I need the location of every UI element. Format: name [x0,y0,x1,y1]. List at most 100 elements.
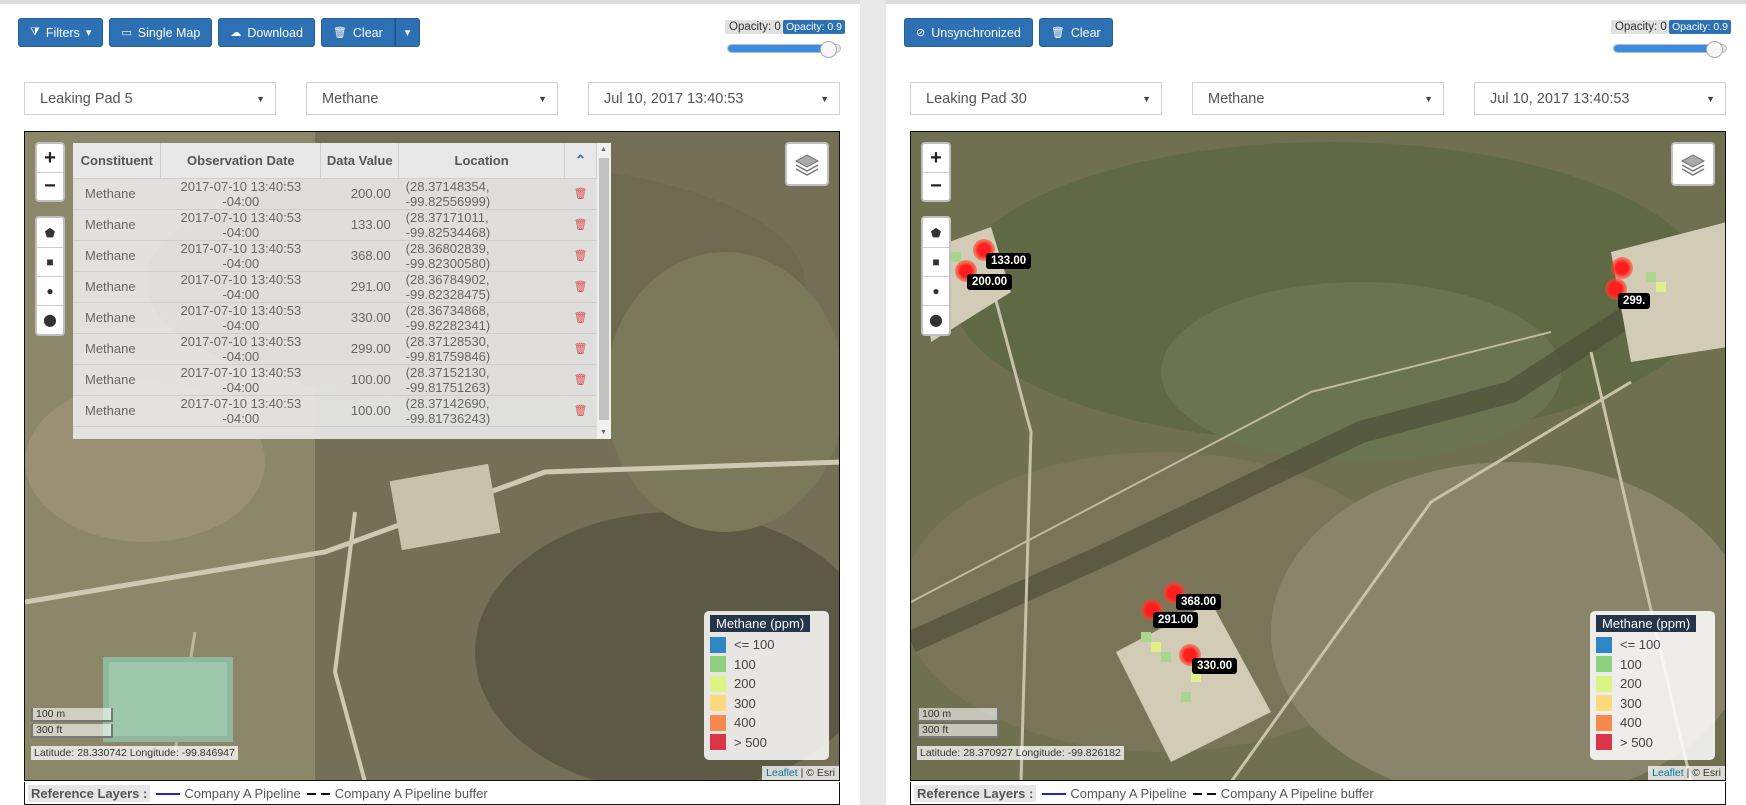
table-row: Methane 2017-07-10 13:40:53 -04:00 330.00(… [73,302,597,334]
chevron-down-icon: ▼ [1706,94,1715,104]
marker-label: 200.00 [967,274,1013,290]
scrollbar-thumb[interactable] [599,158,609,420]
table-row: Methane 2017-07-10 13:40:53 -04:00 368.00(… [73,240,597,272]
methane-legend: Methane (ppm) <= 100 100 200 300 400 > 5… [1590,611,1715,760]
map-attribution: Leaflet | © Esri [762,766,839,780]
opacity-fill [728,45,829,52]
column-header-location[interactable]: Location [398,143,565,179]
site-select[interactable]: Leaking Pad 5 ▼ [24,82,276,115]
ban-icon: ⊘ [916,27,926,39]
delete-row-icon[interactable]: 🗑 [564,364,597,396]
table-row: Methane 2017-07-10 13:40:53 -04:00 299.00(… [73,333,597,365]
opacity-handle[interactable] [819,41,837,58]
reference-layers-title: Reference Layers : [28,784,151,802]
legend-swatch [710,734,726,751]
zoom-out-button[interactable]: − [923,172,949,200]
legend-swatch [1596,675,1612,692]
site-select[interactable]: Leaking Pad 30 ▼ [910,82,1162,115]
chevron-down-icon: ▼ [538,94,547,104]
zoom-in-button[interactable]: + [37,144,63,172]
opacity-track[interactable] [727,41,841,58]
marker-label: 291.00 [1153,612,1199,628]
pipeline-buffer-swatch [1192,793,1217,796]
filters-button[interactable]: ⧩ Filters ▾ [18,18,104,47]
draw-marker-icon[interactable]: ⬤ [923,305,949,334]
scroll-down-icon[interactable]: ▼ [600,429,607,436]
map-attribution: Leaflet | © Esri [1648,766,1725,780]
clear-button[interactable]: 🗑 Clear [320,18,395,47]
delete-row-icon[interactable]: 🗑 [564,395,597,427]
chevron-down-icon: ▼ [1142,94,1151,104]
zoom-out-button[interactable]: − [37,172,63,200]
legend-swatch [710,636,726,653]
draw-circle-icon[interactable]: ● [923,276,949,305]
cloud-download-icon: ☁ [230,27,242,39]
delete-row-icon[interactable]: 🗑 [564,209,597,241]
legend-swatch [1596,636,1612,653]
table-row: Methane 2017-07-10 13:40:53 -04:00 200.00(… [73,178,597,210]
layers-button[interactable] [785,142,829,186]
reference-layers-bar: Reference Layers : Company A Pipeline Co… [24,782,840,805]
clear-split-button: 🗑 Clear ▾ [320,18,421,48]
draw-rectangle-icon[interactable]: ■ [923,247,949,276]
collapse-table-button[interactable]: ⌃ [564,143,597,179]
delete-row-icon[interactable]: 🗑 [564,240,597,272]
legend-item: > 500 [1596,733,1709,753]
column-header-observation-date[interactable]: Observation Date [160,143,322,179]
leaflet-link[interactable]: Leaflet [1652,767,1684,779]
marker-label: 330.00 [1192,658,1238,674]
date-select[interactable]: Jul 10, 2017 13:40:53 ▼ [1474,82,1726,115]
legend-title: Methane (ppm) [1596,615,1697,632]
clear-dropdown-toggle[interactable]: ▾ [394,18,421,47]
table-scrollbar[interactable]: ▲ ▼ [597,143,611,439]
opacity-track[interactable] [1613,41,1727,58]
legend-title: Methane (ppm) [710,615,811,632]
draw-circle-icon[interactable]: ● [37,276,63,305]
scroll-up-icon[interactable]: ▲ [600,146,607,153]
opacity-handle[interactable] [1705,41,1723,58]
delete-row-icon[interactable]: 🗑 [564,333,597,365]
legend-item: 200 [1596,674,1709,694]
zoom-control: + − [35,142,65,202]
delete-row-icon[interactable]: 🗑 [564,178,597,210]
trash-icon: 🗑 [1050,27,1065,39]
scale-bar-imperial: 300 ft [31,724,113,738]
table-row: Methane 2017-07-10 13:40:53 -04:00 291.00(… [73,271,597,303]
column-header-constituent[interactable]: Constituent [73,143,162,179]
constituent-select[interactable]: Methane ▼ [306,82,558,115]
pipeline-line-swatch [156,793,181,796]
delete-row-icon[interactable]: 🗑 [564,302,597,334]
single-map-button[interactable]: ▭ Single Map [109,18,213,47]
draw-marker-icon[interactable]: ⬤ [37,305,63,334]
draw-polygon-icon[interactable]: ⬟ [37,218,63,247]
draw-rectangle-icon[interactable]: ■ [37,247,63,276]
chevron-up-icon: ⌃ [574,151,587,168]
left-toolbar: ⧩ Filters ▾ ▭ Single Map ☁ Download 🗑 Clear ▾ [18,18,421,48]
opacity-slider[interactable]: Opacity: 0 Opacity: 0.9 [725,20,845,60]
leaflet-link[interactable]: Leaflet [766,767,798,779]
table-header-row: Constituent Observation Date Data Value … [73,143,597,179]
legend-item: 100 [710,655,823,675]
zoom-in-button[interactable]: + [923,144,949,172]
map-marker[interactable] [1611,257,1633,279]
right-map[interactable]: + − ⬟ ■ ● ⬤ 133.00 200.00 299. 368.00 29… [910,131,1726,781]
legend-swatch [710,675,726,692]
download-button[interactable]: ☁ Download [218,18,315,47]
clear-button[interactable]: 🗑 Clear [1038,18,1113,47]
legend-pipeline: Company A Pipeline [156,786,301,801]
layers-button[interactable] [1671,142,1715,186]
legend-swatch [1596,695,1612,712]
draw-toolbar: ⬟ ■ ● ⬤ [921,216,951,336]
column-header-data-value[interactable]: Data Value [320,143,400,179]
draw-polygon-icon[interactable]: ⬟ [923,218,949,247]
left-map[interactable]: + − ⬟ ■ ● ⬤ Constituent Observation Date… [24,131,840,781]
opacity-slider[interactable]: Opacity: 0 Opacity: 0.9 [1611,20,1731,60]
caret-down-icon: ▾ [85,27,92,39]
methane-legend: Methane (ppm) <= 100 100 200 300 400 > 5… [704,611,829,760]
date-select[interactable]: Jul 10, 2017 13:40:53 ▼ [588,82,840,115]
unsynchronized-button[interactable]: ⊘ Unsynchronized [904,18,1033,47]
pipeline-line-swatch [1042,793,1067,796]
constituent-select[interactable]: Methane ▼ [1192,82,1444,115]
delete-row-icon[interactable]: 🗑 [564,271,597,303]
layers-icon [1680,154,1706,176]
